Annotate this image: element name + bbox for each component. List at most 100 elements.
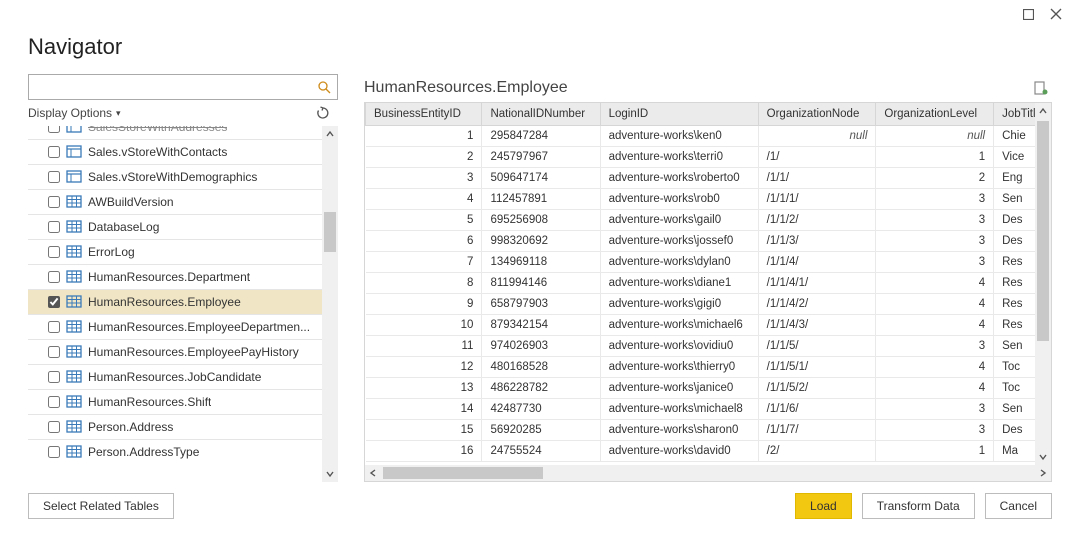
table-row[interactable]: 1295847284adventure-works\ken0nullnullCh… — [366, 125, 1051, 146]
column-header[interactable]: OrganizationNode — [758, 103, 876, 125]
column-header[interactable]: NationalIDNumber — [482, 103, 600, 125]
table-row[interactable]: 10879342154adventure-works\michael6/1/1/… — [366, 314, 1051, 335]
tree-item[interactable]: HumanResources.EmployeePayHistory — [28, 339, 322, 364]
tree-item-checkbox[interactable] — [48, 221, 60, 233]
tree-item[interactable]: HumanResources.EmployeeDepartmen... — [28, 314, 322, 339]
table-row[interactable]: 13486228782adventure-works\janice0/1/1/5… — [366, 377, 1051, 398]
table-cell: 42487730 — [482, 398, 600, 419]
preview-options-icon[interactable] — [1034, 81, 1048, 95]
tree-item[interactable]: ErrorLog — [28, 239, 322, 264]
table-row[interactable]: 1624755524adventure-works\david0/2/1Ma — [366, 440, 1051, 461]
table-cell: 15 — [366, 419, 482, 440]
tree-item[interactable]: AWBuildVersion — [28, 189, 322, 214]
table-cell: 3 — [876, 251, 994, 272]
table-cell: /1/1/1/ — [758, 188, 876, 209]
display-options-dropdown[interactable]: Display Options ▾ — [28, 106, 121, 120]
cancel-button[interactable]: Cancel — [985, 493, 1052, 519]
search-icon — [318, 81, 331, 94]
tree-item[interactable]: Sales.vStoreWithDemographics — [28, 164, 322, 189]
column-header[interactable]: OrganizationLevel — [876, 103, 994, 125]
tree-item-checkbox[interactable] — [48, 421, 60, 433]
tree-item[interactable]: Person.Address — [28, 414, 322, 439]
table-cell: 3 — [876, 230, 994, 251]
tree-item[interactable]: Person.AddressType — [28, 439, 322, 464]
window-maximize-button[interactable] — [1014, 3, 1042, 25]
scroll-up-icon[interactable] — [322, 126, 338, 142]
table-row[interactable]: 1442487730adventure-works\michael8/1/1/6… — [366, 398, 1051, 419]
view-icon — [66, 126, 82, 134]
tree-item[interactable]: Sales.vStoreWithContacts — [28, 139, 322, 164]
scroll-up-icon[interactable] — [1035, 103, 1051, 119]
tree-item-checkbox[interactable] — [48, 246, 60, 258]
tree-item-label: Person.Address — [88, 420, 173, 434]
grid-scroll-h-thumb[interactable] — [383, 467, 543, 479]
table-cell: 14 — [366, 398, 482, 419]
scroll-left-icon[interactable] — [365, 465, 381, 481]
window-close-button[interactable] — [1042, 3, 1070, 25]
table-cell: 295847284 — [482, 125, 600, 146]
table-row[interactable]: 4112457891adventure-works\rob0/1/1/1/3Se… — [366, 188, 1051, 209]
table-cell: 5 — [366, 209, 482, 230]
select-related-tables-button[interactable]: Select Related Tables — [28, 493, 174, 519]
table-row[interactable]: 12480168528adventure-works\thierry0/1/1/… — [366, 356, 1051, 377]
tree-item-checkbox[interactable] — [48, 271, 60, 283]
scroll-down-icon[interactable] — [1035, 449, 1051, 465]
table-cell: /1/1/4/3/ — [758, 314, 876, 335]
tree-item-checkbox[interactable] — [48, 321, 60, 333]
grid-scrollbar-vertical[interactable] — [1035, 103, 1051, 465]
tree-item-label: DatabaseLog — [88, 220, 159, 234]
table-row[interactable]: 9658797903adventure-works\gigi0/1/1/4/2/… — [366, 293, 1051, 314]
table-row[interactable]: 7134969118adventure-works\dylan0/1/1/4/3… — [366, 251, 1051, 272]
search-input-container[interactable] — [28, 74, 338, 100]
table-row[interactable]: 8811994146adventure-works\diane1/1/1/4/1… — [366, 272, 1051, 293]
table-cell: adventure-works\thierry0 — [600, 356, 758, 377]
table-cell: 12 — [366, 356, 482, 377]
load-button[interactable]: Load — [795, 493, 852, 519]
grid-scrollbar-horizontal[interactable] — [365, 465, 1051, 481]
tree-item-checkbox[interactable] — [48, 371, 60, 383]
grid-scroll-v-thumb[interactable] — [1037, 121, 1049, 341]
search-input[interactable] — [35, 80, 318, 94]
tree-item-label: SalesStoreWithAddresses — [88, 126, 227, 134]
table-icon — [66, 395, 82, 409]
tree-item[interactable]: HumanResources.JobCandidate — [28, 364, 322, 389]
tree-item-label: HumanResources.Department — [88, 270, 250, 284]
table-cell: adventure-works\ovidiu0 — [600, 335, 758, 356]
tree-scroll-thumb[interactable] — [324, 212, 336, 252]
tree-item[interactable]: SalesStoreWithAddresses — [28, 126, 322, 139]
table-row[interactable]: 5695256908adventure-works\gail0/1/1/2/3D… — [366, 209, 1051, 230]
table-row[interactable]: 6998320692adventure-works\jossef0/1/1/3/… — [366, 230, 1051, 251]
table-icon — [66, 270, 82, 284]
tree-scrollbar[interactable] — [322, 126, 338, 482]
table-row[interactable]: 11974026903adventure-works\ovidiu0/1/1/5… — [366, 335, 1051, 356]
tree-item-checkbox[interactable] — [48, 446, 60, 458]
tree-item-checkbox[interactable] — [48, 296, 60, 308]
table-cell: adventure-works\dylan0 — [600, 251, 758, 272]
dialog-title: Navigator — [28, 34, 1046, 60]
table-row[interactable]: 2245797967adventure-works\terri0/1/1Vice — [366, 146, 1051, 167]
column-header[interactable]: LoginID — [600, 103, 758, 125]
table-cell: adventure-works\michael6 — [600, 314, 758, 335]
table-icon — [66, 370, 82, 384]
tree-item[interactable]: DatabaseLog — [28, 214, 322, 239]
tree-item-label: AWBuildVersion — [88, 195, 174, 209]
transform-data-button[interactable]: Transform Data — [862, 493, 975, 519]
column-header[interactable]: BusinessEntityID — [366, 103, 482, 125]
refresh-icon[interactable] — [310, 100, 336, 126]
tree-item-checkbox[interactable] — [48, 196, 60, 208]
table-row[interactable]: 3509647174adventure-works\roberto0/1/1/2… — [366, 167, 1051, 188]
tree-item-checkbox[interactable] — [48, 346, 60, 358]
tree-item-checkbox[interactable] — [48, 146, 60, 158]
tree-item[interactable]: HumanResources.Department — [28, 264, 322, 289]
table-row[interactable]: 1556920285adventure-works\sharon0/1/1/7/… — [366, 419, 1051, 440]
tree-item[interactable]: HumanResources.Employee — [28, 289, 322, 314]
table-cell: 1 — [876, 440, 994, 461]
table-cell: null — [876, 125, 994, 146]
table-cell: /1/1/6/ — [758, 398, 876, 419]
scroll-down-icon[interactable] — [322, 466, 338, 482]
tree-item[interactable]: HumanResources.Shift — [28, 389, 322, 414]
tree-item-checkbox[interactable] — [48, 171, 60, 183]
tree-item-checkbox[interactable] — [48, 396, 60, 408]
scroll-right-icon[interactable] — [1035, 465, 1051, 481]
tree-item-checkbox[interactable] — [48, 126, 60, 133]
